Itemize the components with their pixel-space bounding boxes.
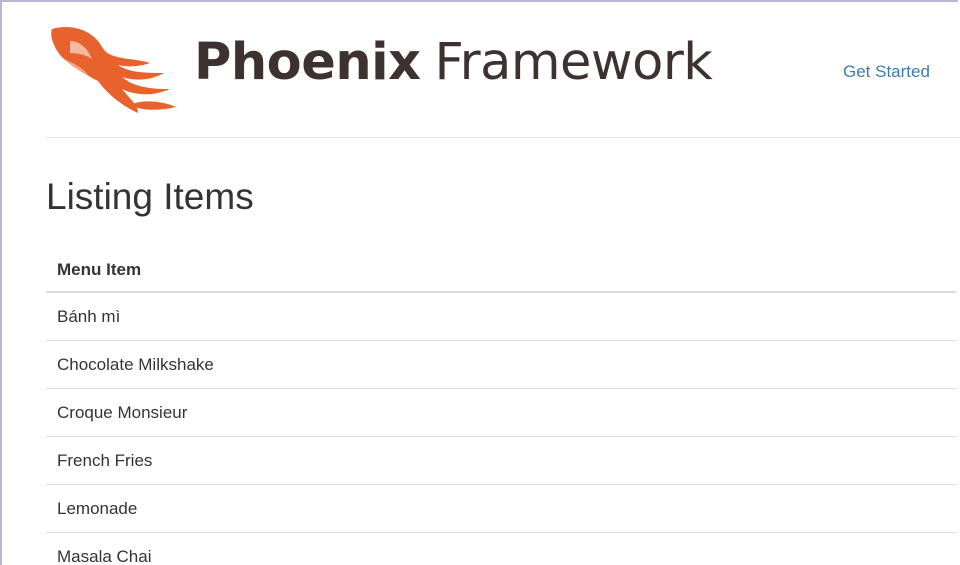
page-header: Phoenix Framework Get Started xyxy=(0,0,960,137)
table-row: Bánh mì xyxy=(46,293,956,341)
logo-text-light: Framework xyxy=(434,33,713,92)
table-row: French Fries xyxy=(46,437,956,485)
column-header-menu-item: Menu Item xyxy=(46,246,956,293)
table-row: Masala Chai xyxy=(46,533,956,565)
header-divider xyxy=(46,137,960,138)
phoenix-logo[interactable]: Phoenix Framework xyxy=(46,19,726,115)
logo-wordmark: Phoenix Framework xyxy=(194,27,713,99)
page-title: Listing Items xyxy=(46,176,254,217)
items-table: Menu Item Bánh mì Chocolate Milkshake Cr… xyxy=(46,246,956,565)
table-row: Lemonade xyxy=(46,485,956,533)
table-row: Chocolate Milkshake xyxy=(46,341,956,389)
logo-text-strong: Phoenix xyxy=(194,33,421,92)
get-started-link[interactable]: Get Started xyxy=(843,61,930,83)
phoenix-bird-icon xyxy=(51,27,176,113)
table-row: Croque Monsieur xyxy=(46,389,956,437)
